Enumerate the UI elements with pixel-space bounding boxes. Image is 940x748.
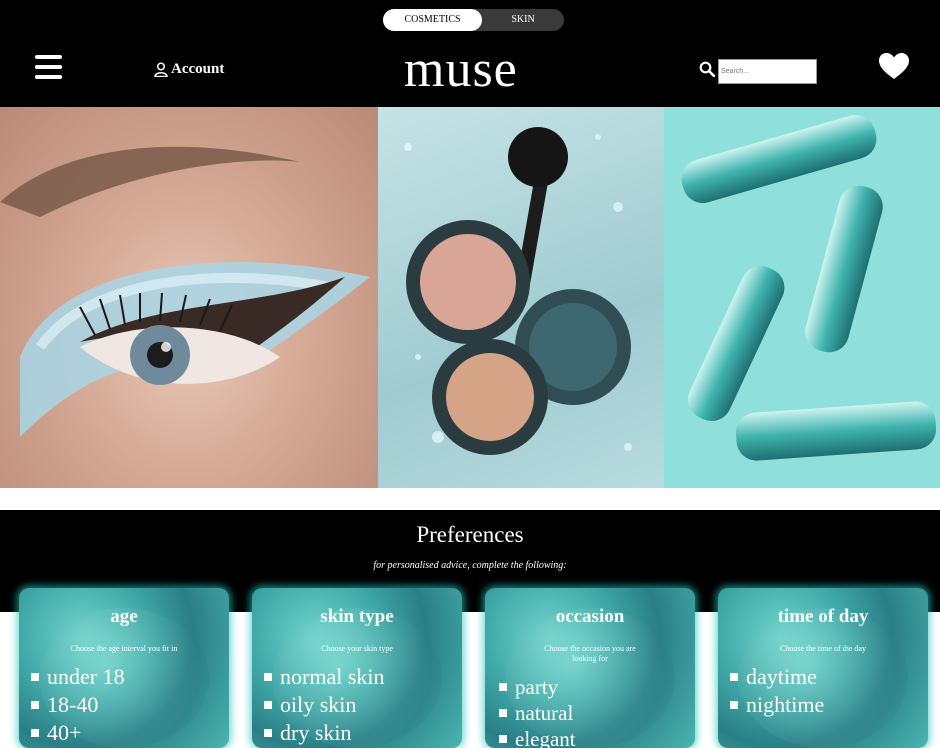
option-elegant[interactable]: elegant xyxy=(499,726,576,748)
checkbox[interactable] xyxy=(499,735,507,743)
checkbox[interactable] xyxy=(499,683,507,691)
checkbox[interactable] xyxy=(499,709,507,717)
toggle-cosmetics[interactable]: COSMETICS xyxy=(383,9,482,31)
preference-card-skin-type: skin type Choose your skin type normal s… xyxy=(252,588,462,748)
card-title: skin type xyxy=(320,606,394,627)
top-navigation-bar: COSMETICS SKIN Account muse xyxy=(0,0,940,107)
card-description: Choose the time of the day xyxy=(780,644,866,653)
eye-makeup-image xyxy=(0,107,378,488)
checkbox[interactable] xyxy=(31,701,39,709)
card-description: Choose the occasion you are looking for xyxy=(544,644,636,663)
preference-card-age: age Choose the age interval you fit in u… xyxy=(19,588,229,748)
compact-powder-image xyxy=(378,107,664,488)
lipsticks-image xyxy=(664,107,940,488)
preferences-subtitle: for personalised advice, complete the fo… xyxy=(373,560,567,571)
preferences-title: Preferences xyxy=(416,522,524,547)
hero-banner xyxy=(0,107,940,488)
option-oily-skin[interactable]: oily skin xyxy=(264,691,385,719)
option-normal-skin[interactable]: normal skin xyxy=(264,663,385,691)
account-label: Account xyxy=(171,61,225,77)
option-daytime[interactable]: daytime xyxy=(730,663,824,691)
checkbox[interactable] xyxy=(730,701,738,709)
checkbox[interactable] xyxy=(31,673,39,681)
search-input[interactable] xyxy=(718,59,817,84)
card-description: Choose your skin type xyxy=(321,644,393,653)
checkbox[interactable] xyxy=(730,673,738,681)
section-divider xyxy=(0,488,940,510)
option-list: daytime nightime xyxy=(730,663,824,719)
preference-card-occasion: occasion Choose the occasion you are loo… xyxy=(485,588,695,748)
checkbox[interactable] xyxy=(264,701,272,709)
preference-card-time-of-day: time of day Choose the time of the day d… xyxy=(718,588,928,748)
option-natural[interactable]: natural xyxy=(499,700,576,726)
option-list: under 18 18-40 40+ xyxy=(31,663,125,747)
checkbox[interactable] xyxy=(264,673,272,681)
user-icon xyxy=(154,62,168,77)
option-under-18[interactable]: under 18 xyxy=(31,663,125,691)
option-dry-skin[interactable]: dry skin xyxy=(264,719,385,747)
card-title: occasion xyxy=(555,606,625,627)
preferences-section: Preferences for personalised advice, com… xyxy=(0,510,940,748)
toggle-skin[interactable]: SKIN xyxy=(482,9,564,31)
option-18-40[interactable]: 18-40 xyxy=(31,691,125,719)
option-40-plus[interactable]: 40+ xyxy=(31,719,125,747)
card-title: age xyxy=(110,606,138,627)
card-description: Choose the age interval you fit in xyxy=(70,644,178,653)
heart-icon[interactable] xyxy=(879,53,909,80)
category-toggle[interactable]: COSMETICS SKIN xyxy=(383,9,564,31)
option-list: normal skin oily skin dry skin xyxy=(264,663,385,747)
brand-logo[interactable]: muse xyxy=(404,38,546,102)
option-list: party natural elegant xyxy=(499,674,576,748)
search-icon[interactable] xyxy=(699,61,715,77)
account-link[interactable]: Account xyxy=(154,61,224,78)
option-party[interactable]: party xyxy=(499,674,576,700)
hamburger-menu-icon[interactable] xyxy=(35,55,62,79)
option-nightime[interactable]: nightime xyxy=(730,691,824,719)
card-title: time of day xyxy=(777,606,869,627)
